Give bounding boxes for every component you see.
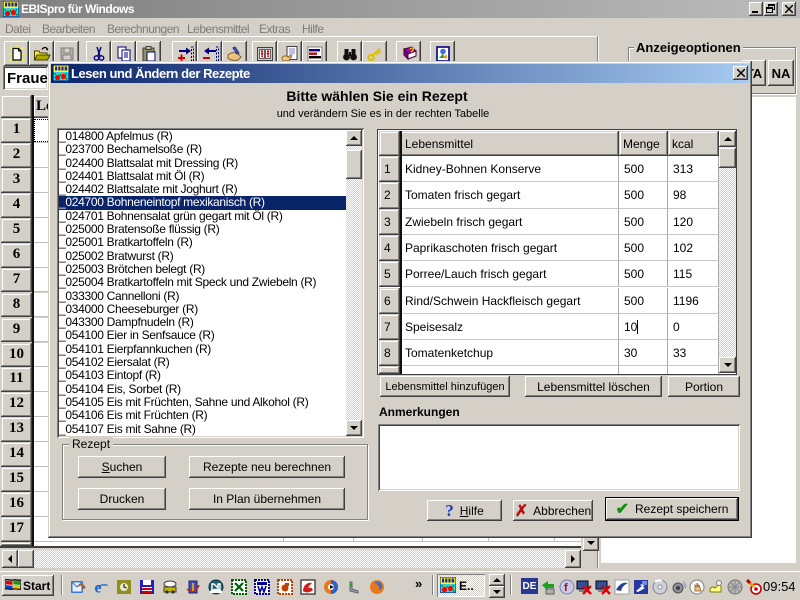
svg-text:f: f	[564, 582, 568, 594]
svg-text:?: ?	[409, 46, 415, 56]
